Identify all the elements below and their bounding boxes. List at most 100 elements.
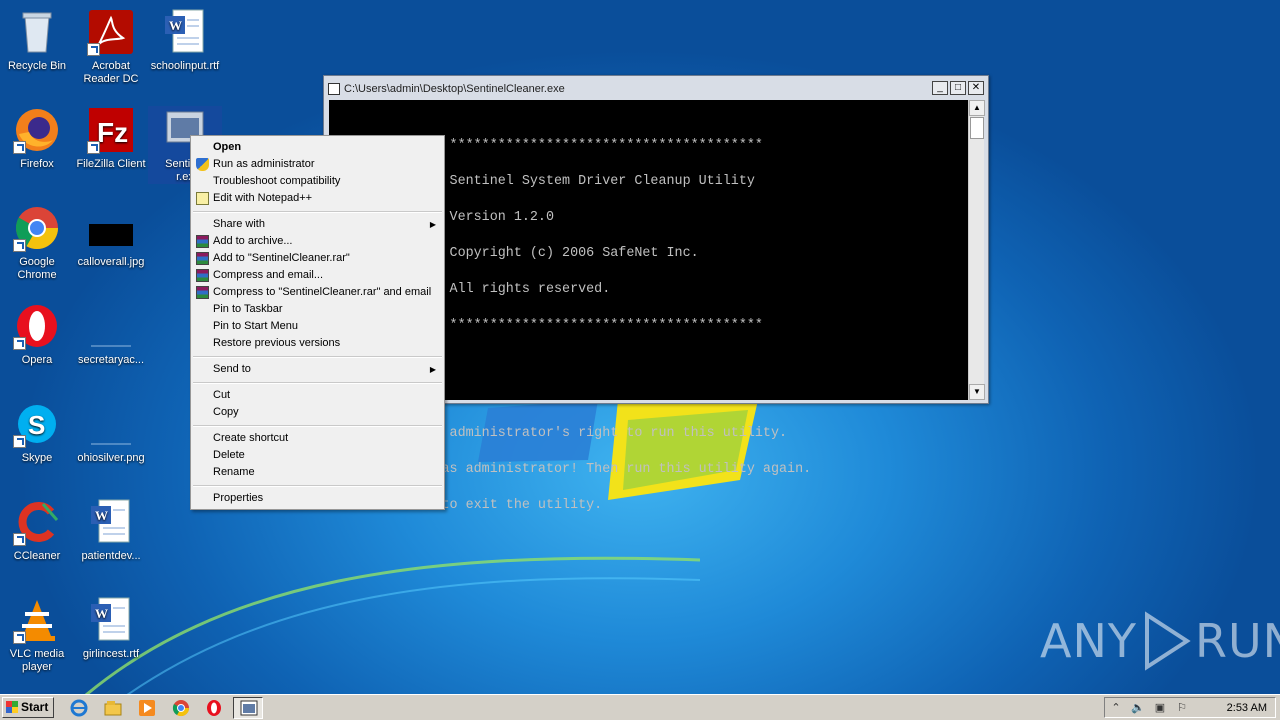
minimize-button[interactable]: _ (932, 81, 948, 95)
desktop-icon-label: ohiosilver.png (77, 452, 145, 464)
menu-item-run-as-admin[interactable]: Run as administrator (193, 156, 442, 173)
maximize-button[interactable]: □ (950, 81, 966, 95)
desktop-icon-opera[interactable]: Opera (0, 302, 74, 367)
winrar-icon (196, 252, 209, 265)
menu-item-troubleshoot[interactable]: Troubleshoot compatibility (193, 173, 442, 190)
menu-item-copy[interactable]: Copy (193, 404, 442, 421)
desktop-icon-label: Firefox (20, 158, 54, 170)
menu-separator (193, 382, 442, 384)
taskbar-clock[interactable]: 2:53 AM (1227, 698, 1267, 718)
menu-separator (193, 356, 442, 358)
taskbar: Start ⌃ 🔈 ▣ ⚐ 2:53 AM (0, 694, 1280, 720)
menu-separator (193, 425, 442, 427)
menu-separator (193, 211, 442, 213)
action-center-flag-icon[interactable]: ⚐ (1175, 701, 1189, 715)
menu-item-delete[interactable]: Delete (193, 447, 442, 464)
menu-item-open[interactable]: Open (193, 139, 442, 156)
menu-item-send-to[interactable]: Send to ▶ (193, 361, 442, 378)
volume-icon[interactable]: 🔈 (1131, 701, 1145, 715)
console-app-icon (328, 83, 340, 95)
menu-item-edit-notepadpp[interactable]: Edit with Notepad++ (193, 190, 442, 207)
blank-file-icon (87, 302, 135, 350)
desktop-icon-girlincest[interactable]: W girlincest.rtf (74, 596, 148, 661)
menu-item-label: Add to "SentinelCleaner.rar" (213, 252, 350, 264)
desktop-icon-label: CCleaner (13, 550, 61, 562)
menu-item-restore-versions[interactable]: Restore previous versions (193, 335, 442, 352)
firefox-icon (13, 106, 61, 154)
menu-item-share-with[interactable]: Share with ▶ (193, 216, 442, 233)
desktop-icon-recycle-bin[interactable]: Recycle Bin (0, 8, 74, 73)
desktop-icon-firefox[interactable]: Firefox (0, 106, 74, 171)
scroll-down-arrow-icon[interactable]: ▼ (969, 384, 985, 400)
menu-item-label: Compress and email... (213, 269, 324, 281)
menu-item-pin-start[interactable]: Pin to Start Menu (193, 318, 442, 335)
menu-item-properties[interactable]: Properties (193, 490, 442, 507)
blank-file-icon (87, 400, 135, 448)
desktop-icon-secretaryac[interactable]: secretaryac... (74, 302, 148, 367)
desktop-icon-schoolinput[interactable]: W schoolinput.rtf (148, 8, 222, 73)
close-button[interactable]: ✕ (968, 81, 984, 95)
context-menu: Open Run as administrator Troubleshoot c… (190, 135, 445, 510)
menu-item-label: Add to archive... (213, 235, 293, 247)
desktop-icon-patientdev[interactable]: W patientdev... (74, 498, 148, 563)
winrar-icon (196, 235, 209, 248)
desktop-icon-label: girlincest.rtf (82, 648, 140, 660)
opera-icon[interactable] (205, 699, 223, 717)
menu-item-label: Troubleshoot compatibility (213, 175, 341, 187)
recycle-bin-icon (13, 8, 61, 56)
svg-text:W: W (95, 606, 108, 621)
scrollbar-thumb[interactable] (970, 117, 984, 139)
desktop-icon-label: FileZilla Client (76, 158, 146, 170)
start-button[interactable]: Start (2, 697, 54, 718)
menu-item-label: Open (213, 141, 242, 153)
acrobat-icon (87, 8, 135, 56)
menu-separator (193, 485, 442, 487)
scroll-up-arrow-icon[interactable]: ▲ (969, 100, 985, 116)
menu-item-label: Compress to "SentinelCleaner.rar" and em… (213, 286, 432, 298)
console-titlebar[interactable]: C:\Users\admin\Desktop\SentinelCleaner.e… (328, 80, 984, 98)
desktop-icon-skype[interactable]: S Skype (0, 400, 74, 465)
console-app-icon (240, 700, 258, 716)
network-icon[interactable]: ▣ (1153, 701, 1167, 715)
svg-text:Fz: Fz (97, 117, 128, 148)
console-scrollbar[interactable]: ▲ ▼ (968, 100, 985, 400)
desktop-icon-vlc[interactable]: VLC media player (0, 596, 74, 674)
menu-item-create-shortcut[interactable]: Create shortcut (193, 430, 442, 447)
windows-logo-icon (6, 701, 18, 713)
word-doc-icon: W (87, 596, 135, 644)
desktop-icon-chrome[interactable]: Google Chrome (0, 204, 74, 282)
desktop-icon-label: Acrobat Reader DC (83, 60, 139, 85)
submenu-arrow-icon: ▶ (429, 220, 436, 229)
desktop-icon-label: patientdev... (81, 550, 141, 562)
winrar-icon (196, 269, 209, 282)
tray-expand-icon[interactable]: ⌃ (1109, 701, 1123, 715)
menu-item-label: Send to (213, 363, 251, 375)
menu-item-label: Delete (213, 449, 245, 461)
menu-item-compress-rar-email[interactable]: Compress to "SentinelCleaner.rar" and em… (193, 284, 442, 301)
menu-item-add-to-archive[interactable]: Add to archive... (193, 233, 442, 250)
word-doc-icon: W (161, 8, 209, 56)
anyrun-watermark: ANY RUN (1040, 608, 1280, 674)
console-title: C:\Users\admin\Desktop\SentinelCleaner.e… (344, 83, 565, 95)
menu-item-label: Properties (213, 492, 264, 504)
menu-item-compress-email[interactable]: Compress and email... (193, 267, 442, 284)
media-player-icon[interactable] (138, 699, 156, 717)
explorer-icon[interactable] (104, 699, 122, 717)
system-tray: ⌃ 🔈 ▣ ⚐ 2:53 AM (1104, 697, 1276, 718)
uac-shield-icon (196, 158, 209, 171)
taskbar-console-button[interactable] (233, 697, 263, 719)
chrome-icon[interactable] (172, 699, 190, 717)
desktop-icon-ohiosilver[interactable]: ohiosilver.png (74, 400, 148, 465)
ie-icon[interactable] (70, 699, 88, 717)
desktop-icon-label: calloverall.jpg (77, 256, 145, 268)
filezilla-icon: Fz (87, 106, 135, 154)
menu-item-add-to-rar[interactable]: Add to "SentinelCleaner.rar" (193, 250, 442, 267)
desktop-icon-calloverall[interactable]: calloverall.jpg (74, 204, 148, 269)
desktop-icon-ccleaner[interactable]: CCleaner (0, 498, 74, 563)
desktop-icon-acrobat[interactable]: Acrobat Reader DC (74, 8, 148, 86)
desktop-icon-filezilla[interactable]: Fz FileZilla Client (74, 106, 148, 171)
menu-item-cut[interactable]: Cut (193, 387, 442, 404)
menu-item-rename[interactable]: Rename (193, 464, 442, 481)
opera-icon (13, 302, 61, 350)
menu-item-pin-taskbar[interactable]: Pin to Taskbar (193, 301, 442, 318)
